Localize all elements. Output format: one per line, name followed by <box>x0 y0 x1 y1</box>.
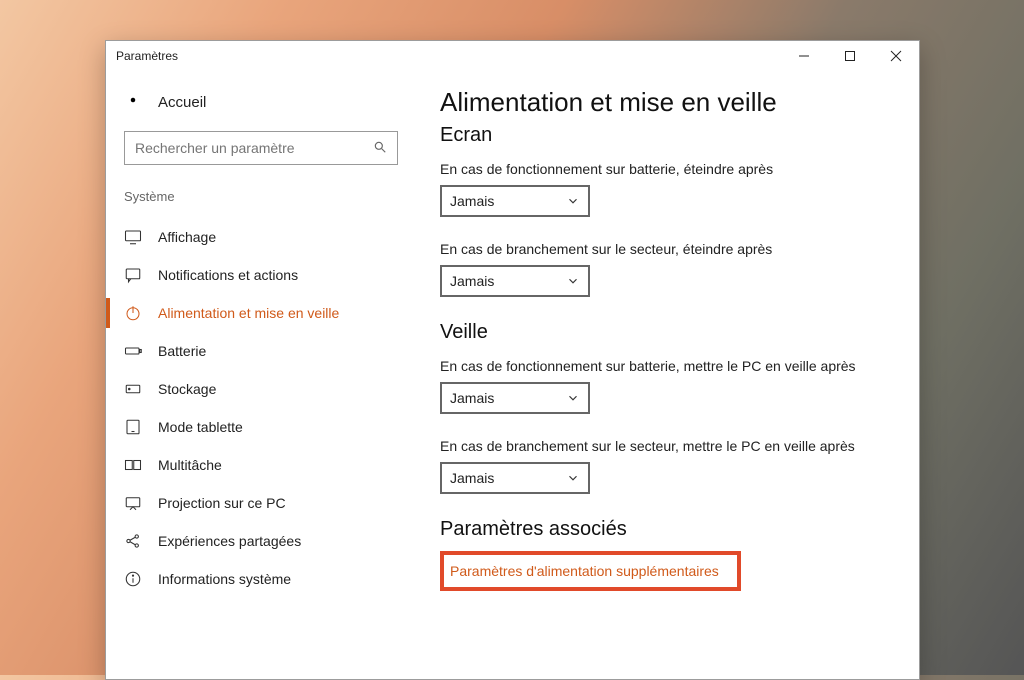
additional-power-settings-link[interactable]: Paramètres d'alimentation supplémentaire… <box>440 551 741 591</box>
power-icon <box>124 304 142 322</box>
sidebar-item-label: Informations système <box>158 571 291 587</box>
sleep-battery-dropdown[interactable]: Jamais <box>440 382 590 414</box>
sidebar: Accueil Système Affichage Notifications … <box>106 71 416 679</box>
sidebar-item-label: Stockage <box>158 381 216 397</box>
sidebar-item-battery[interactable]: Batterie <box>106 332 416 370</box>
search-field[interactable] <box>135 140 373 156</box>
dropdown-value: Jamais <box>450 193 494 209</box>
sidebar-item-tablet[interactable]: Mode tablette <box>106 408 416 446</box>
sidebar-item-label: Mode tablette <box>158 419 243 435</box>
multitask-icon <box>124 456 142 474</box>
sidebar-item-about[interactable]: Informations système <box>106 560 416 598</box>
sidebar-item-storage[interactable]: Stockage <box>106 370 416 408</box>
message-icon <box>124 266 142 284</box>
screen-battery-dropdown[interactable]: Jamais <box>440 185 590 217</box>
screen-ac-dropdown[interactable]: Jamais <box>440 265 590 297</box>
monitor-icon <box>124 228 142 246</box>
tablet-icon <box>124 418 142 436</box>
chevron-down-icon <box>566 471 580 485</box>
sleep-ac-label: En cas de branchement sur le secteur, me… <box>440 438 889 454</box>
sleep-ac-dropdown[interactable]: Jamais <box>440 462 590 494</box>
sidebar-item-label: Alimentation et mise en veille <box>158 305 339 321</box>
window-title: Paramètres <box>116 49 781 63</box>
storage-icon <box>124 380 142 398</box>
sidebar-item-label: Batterie <box>158 343 206 359</box>
battery-icon <box>124 342 142 360</box>
sidebar-item-display[interactable]: Affichage <box>106 218 416 256</box>
sidebar-item-notifications[interactable]: Notifications et actions <box>106 256 416 294</box>
dropdown-value: Jamais <box>450 273 494 289</box>
maximize-button[interactable] <box>827 41 873 71</box>
search-input[interactable] <box>124 131 398 165</box>
share-icon <box>124 532 142 550</box>
main-panel: Alimentation et mise en veille Ecran En … <box>416 71 919 679</box>
dropdown-value: Jamais <box>450 390 494 406</box>
sidebar-item-label: Affichage <box>158 229 216 245</box>
sleep-battery-label: En cas de fonctionnement sur batterie, m… <box>440 358 889 374</box>
sidebar-item-projection[interactable]: Projection sur ce PC <box>106 484 416 522</box>
dropdown-value: Jamais <box>450 470 494 486</box>
search-icon <box>373 140 387 157</box>
screen-battery-label: En cas de fonctionnement sur batterie, é… <box>440 161 889 177</box>
home-link[interactable]: Accueil <box>106 91 416 131</box>
page-title: Alimentation et mise en veille <box>440 87 889 118</box>
content: Accueil Système Affichage Notifications … <box>106 71 919 679</box>
chevron-down-icon <box>566 194 580 208</box>
related-heading: Paramètres associés <box>440 518 889 541</box>
sidebar-item-power[interactable]: Alimentation et mise en veille <box>106 294 416 332</box>
info-icon <box>124 570 142 588</box>
projection-icon <box>124 494 142 512</box>
sidebar-item-label: Multitâche <box>158 457 222 473</box>
section-label: Système <box>106 189 416 218</box>
sidebar-item-shared[interactable]: Expériences partagées <box>106 522 416 560</box>
settings-window: Paramètres Accueil Système Affichage <box>105 40 920 680</box>
sidebar-item-label: Projection sur ce PC <box>158 495 286 511</box>
screen-ac-label: En cas de branchement sur le secteur, ét… <box>440 241 889 257</box>
sidebar-item-label: Expériences partagées <box>158 533 301 549</box>
sidebar-item-multitask[interactable]: Multitâche <box>106 446 416 484</box>
home-label: Accueil <box>158 94 206 111</box>
chevron-down-icon <box>566 274 580 288</box>
minimize-button[interactable] <box>781 41 827 71</box>
sidebar-item-label: Notifications et actions <box>158 267 298 283</box>
sleep-heading: Veille <box>440 321 889 344</box>
screen-heading: Ecran <box>440 124 889 147</box>
close-button[interactable] <box>873 41 919 71</box>
gear-icon <box>124 91 142 113</box>
titlebar: Paramètres <box>106 41 919 71</box>
chevron-down-icon <box>566 391 580 405</box>
